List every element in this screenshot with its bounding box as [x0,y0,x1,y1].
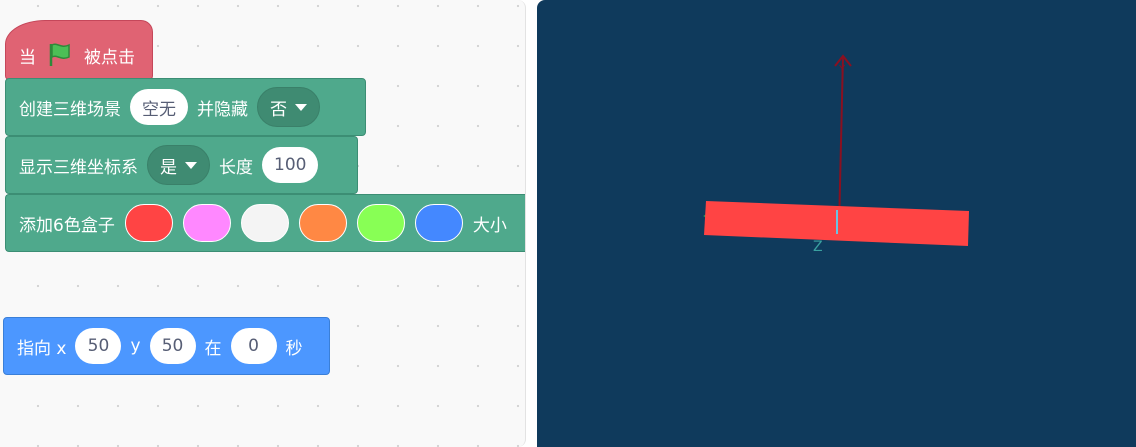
green-flag-icon [47,42,73,68]
hat-prefix-label: 当 [19,47,36,68]
3d-stage[interactable]: Y X Z [537,0,1136,447]
show-axes-dropdown[interactable]: 是 [147,145,210,185]
create-scene-label: 创建三维场景 [19,99,121,120]
z-axis-label: Z [813,239,823,255]
y-axis-label: Y [838,64,846,75]
show-axes-block[interactable]: 显示三维坐标系 是 长度 100 [5,136,358,194]
point-x-label: 指向 x [17,338,67,359]
hide-dropdown-value: 否 [270,99,287,120]
hat-suffix-label: 被点击 [84,47,135,68]
hide-dropdown[interactable]: 否 [257,87,320,127]
length-label: 长度 [219,157,253,178]
caret-down-icon [295,103,307,111]
show-axes-dropdown-value: 是 [160,157,177,178]
create-3d-scene-block[interactable]: 创建三维场景 空无 并隐藏 否 [5,78,366,136]
color-swatch-5[interactable] [356,204,405,242]
color-swatch-1[interactable] [124,204,173,242]
length-input[interactable]: 100 [262,147,319,183]
add-color-box-block[interactable]: 添加6色盒子 大小 [5,194,525,252]
hide-label: 并隐藏 [197,99,248,120]
y-label: y [130,336,141,356]
color-swatch-4[interactable] [298,204,347,242]
y-input[interactable]: 50 [149,328,196,364]
seconds-label: 秒 [285,338,303,359]
point-towards-block[interactable]: 指向 x 50 y 50 在 0 秒 [3,317,330,375]
caret-down-icon [185,161,197,169]
scene-name-input[interactable]: 空无 [130,89,188,125]
at-label: 在 [204,338,222,359]
when-flag-clicked-block[interactable]: 当 被点击 [5,20,153,80]
code-workspace[interactable]: 当 被点击 创建三维场景 空无 并隐藏 否 显示三维坐标系 是 长度 100 添… [0,0,526,447]
color-swatch-6[interactable] [414,204,463,242]
x-input[interactable]: 50 [75,328,122,364]
y-axis-line [838,55,844,229]
size-label: 大小 [472,215,507,236]
color-swatch-2[interactable] [182,204,231,242]
show-axes-label: 显示三维坐标系 [19,157,138,178]
seconds-input[interactable]: 0 [230,328,277,364]
color-swatch-3[interactable] [240,204,289,242]
add-box-label: 添加6色盒子 [19,215,115,236]
